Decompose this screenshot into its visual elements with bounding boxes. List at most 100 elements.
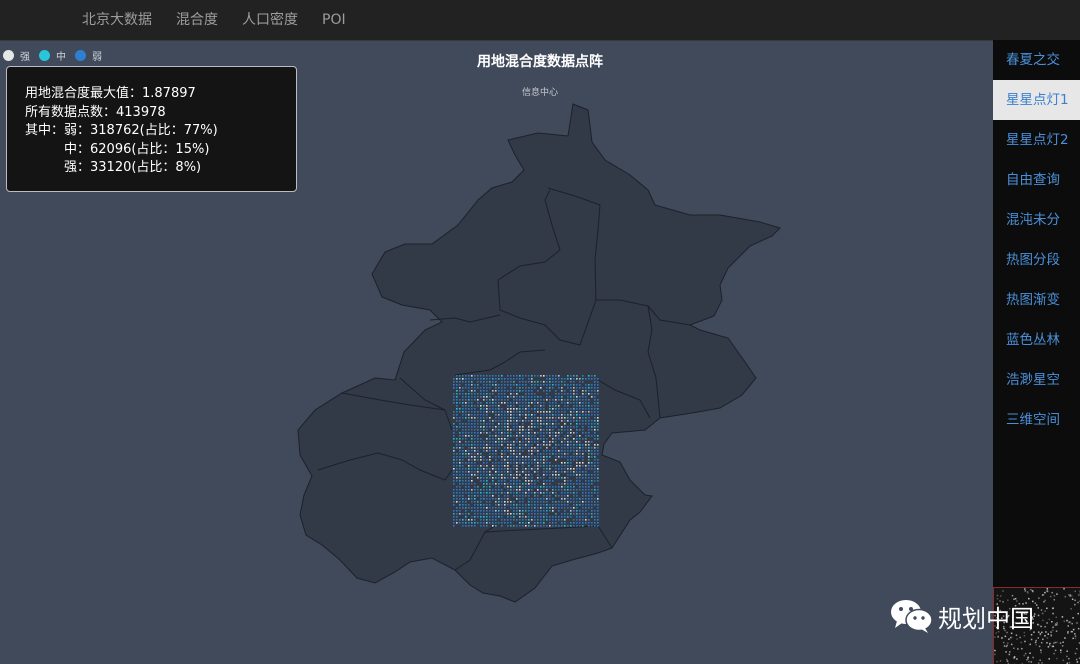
data-point bbox=[513, 396, 515, 398]
sidebar-item-heatmap-segment[interactable]: 热图分段 bbox=[993, 240, 1080, 280]
data-point bbox=[507, 381, 509, 383]
data-point bbox=[477, 381, 479, 383]
data-point bbox=[522, 384, 524, 386]
data-point bbox=[570, 456, 572, 458]
thumbnail-speck bbox=[1077, 601, 1079, 604]
data-point bbox=[465, 501, 467, 503]
data-point bbox=[504, 477, 506, 479]
data-point bbox=[540, 447, 542, 449]
data-point bbox=[477, 471, 479, 473]
data-point bbox=[555, 459, 557, 461]
data-point bbox=[534, 441, 536, 443]
data-point bbox=[597, 501, 599, 503]
data-point bbox=[501, 510, 503, 512]
data-point bbox=[543, 408, 545, 410]
data-point bbox=[495, 510, 497, 512]
data-point bbox=[564, 408, 566, 410]
data-point bbox=[576, 399, 578, 401]
sidebar-item-free-query[interactable]: 自由查询 bbox=[993, 160, 1080, 200]
data-point bbox=[594, 492, 596, 494]
data-point bbox=[591, 375, 593, 377]
data-point bbox=[597, 411, 599, 413]
data-point bbox=[561, 396, 563, 398]
data-point bbox=[528, 486, 530, 488]
data-point bbox=[570, 513, 572, 515]
thumbnail-speck bbox=[1013, 647, 1015, 650]
data-point bbox=[570, 444, 572, 446]
data-point bbox=[567, 471, 569, 473]
data-point bbox=[510, 447, 512, 449]
data-point bbox=[522, 513, 524, 515]
data-point bbox=[579, 420, 581, 422]
data-point bbox=[570, 471, 572, 473]
thumbnail-speck bbox=[1024, 652, 1027, 655]
legend-label-weak[interactable]: 弱 bbox=[92, 48, 102, 63]
data-point bbox=[474, 522, 476, 524]
data-point bbox=[594, 519, 596, 521]
data-point bbox=[513, 381, 515, 383]
sidebar-item-starlight-1[interactable]: 星星点灯1 bbox=[993, 80, 1080, 120]
data-point bbox=[561, 483, 563, 485]
data-point bbox=[576, 417, 578, 419]
data-point bbox=[579, 444, 581, 446]
thumbnail-speck bbox=[1045, 631, 1047, 633]
sidebar-item-blue-jungle[interactable]: 蓝色丛林 bbox=[993, 320, 1080, 360]
data-point bbox=[465, 462, 467, 464]
data-point bbox=[468, 486, 470, 488]
data-point bbox=[465, 378, 467, 380]
data-point bbox=[456, 507, 458, 509]
data-point bbox=[453, 450, 455, 452]
data-point bbox=[501, 471, 503, 473]
data-point bbox=[543, 513, 545, 515]
data-point bbox=[516, 429, 518, 431]
data-point bbox=[555, 519, 557, 521]
data-point bbox=[528, 471, 530, 473]
data-point bbox=[480, 504, 482, 506]
data-point bbox=[474, 429, 476, 431]
data-point bbox=[522, 504, 524, 506]
sidebar-item-heatmap-gradient[interactable]: 热图渐变 bbox=[993, 280, 1080, 320]
data-point bbox=[492, 384, 494, 386]
data-point bbox=[480, 429, 482, 431]
sidebar-item-vast-stars[interactable]: 浩渺星空 bbox=[993, 360, 1080, 400]
legend-label-strong[interactable]: 强 bbox=[20, 48, 30, 63]
data-point bbox=[534, 381, 536, 383]
data-point bbox=[525, 396, 527, 398]
data-point bbox=[555, 492, 557, 494]
data-point bbox=[576, 420, 578, 422]
data-point bbox=[483, 411, 485, 413]
data-point bbox=[561, 426, 563, 428]
data-point bbox=[525, 510, 527, 512]
thumbnail-speck bbox=[1001, 637, 1003, 639]
sidebar-item-starlight-2[interactable]: 星星点灯2 bbox=[993, 120, 1080, 160]
legend-dot-weak[interactable] bbox=[75, 50, 86, 61]
data-point bbox=[594, 465, 596, 467]
data-point bbox=[561, 468, 563, 470]
sidebar-item-chaos[interactable]: 混沌未分 bbox=[993, 200, 1080, 240]
legend-dot-strong[interactable] bbox=[3, 50, 14, 61]
data-point bbox=[552, 399, 554, 401]
legend-label-mid[interactable]: 中 bbox=[56, 48, 66, 63]
data-point bbox=[480, 402, 482, 404]
data-point bbox=[486, 513, 488, 515]
data-point bbox=[513, 402, 515, 404]
data-point bbox=[507, 465, 509, 467]
data-point bbox=[567, 393, 569, 395]
data-point bbox=[543, 510, 545, 512]
data-point bbox=[462, 507, 464, 509]
data-point bbox=[540, 423, 542, 425]
data-point bbox=[594, 432, 596, 434]
data-point bbox=[495, 441, 497, 443]
thumbnail-speck bbox=[1029, 652, 1031, 654]
data-point bbox=[534, 387, 536, 389]
data-point bbox=[516, 387, 518, 389]
data-point bbox=[453, 432, 455, 434]
sidebar-item-3d-space[interactable]: 三维空间 bbox=[993, 400, 1080, 440]
data-point bbox=[591, 498, 593, 500]
legend-dot-mid[interactable] bbox=[39, 50, 50, 61]
sidebar-item-spring-summer[interactable]: 春夏之交 bbox=[993, 40, 1080, 80]
data-point bbox=[516, 441, 518, 443]
data-point bbox=[594, 489, 596, 491]
data-point bbox=[519, 387, 521, 389]
data-point bbox=[558, 414, 560, 416]
